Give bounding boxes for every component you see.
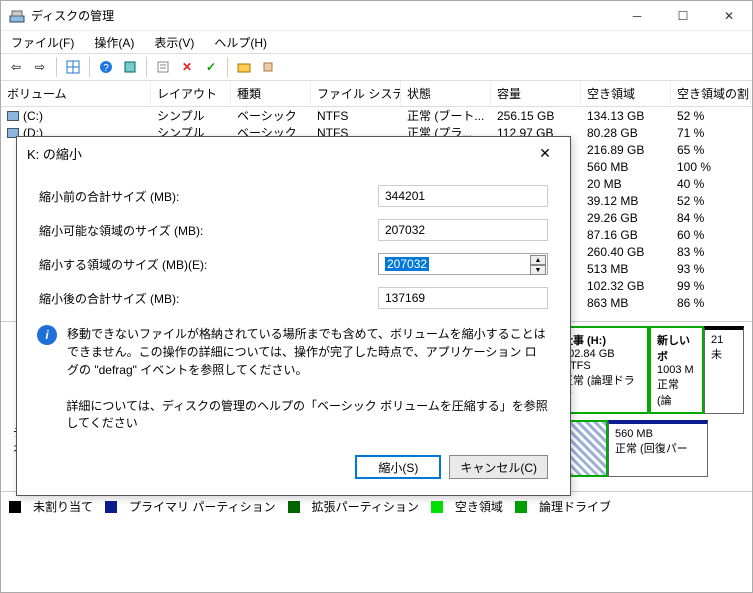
value-total-before: 344201	[378, 185, 548, 207]
volume-row[interactable]: (C:)シンプルベーシックNTFS正常 (ブート...256.15 GB134.…	[1, 107, 752, 124]
app-icon	[9, 8, 25, 24]
titlebar: ディスクの管理 ─ ☐ ✕	[1, 1, 752, 31]
label-available: 縮小可能な領域のサイズ (MB):	[39, 222, 378, 239]
menu-view[interactable]: 表示(V)	[150, 32, 198, 53]
cancel-button[interactable]: キャンセル(C)	[449, 455, 548, 479]
info-text-2: 詳細については、ディスクの管理のヘルプの「ベーシック ボリュームを圧縮する」を参…	[66, 397, 548, 431]
menu-help[interactable]: ヘルプ(H)	[210, 32, 271, 53]
legend-swatch	[9, 501, 21, 513]
forward-icon[interactable]: ⇨	[29, 56, 51, 78]
settings-icon[interactable]	[257, 56, 279, 78]
column-header[interactable]: 空き領域の割...	[671, 81, 751, 106]
window-title: ディスクの管理	[31, 7, 614, 24]
column-header[interactable]: ファイル システム	[311, 81, 401, 106]
value-total-after: 137169	[378, 287, 548, 309]
legend-label: 論理ドライブ	[539, 498, 611, 515]
label-shrink-amount: 縮小する領域のサイズ (MB)(E):	[39, 256, 378, 273]
legend-swatch	[105, 501, 117, 513]
info-icon: i	[37, 325, 57, 345]
partition[interactable]: 21未	[704, 326, 744, 414]
folder-icon[interactable]	[233, 56, 255, 78]
shrink-button[interactable]: 縮小(S)	[355, 455, 441, 479]
legend-label: プライマリ パーティション	[129, 498, 276, 515]
column-header[interactable]: レイアウト	[151, 81, 231, 106]
column-header[interactable]: 状態	[401, 81, 491, 106]
dialog-close-button[interactable]: ✕	[530, 138, 560, 168]
spinner-buttons[interactable]: ▲▼	[530, 255, 546, 275]
legend-label: 空き領域	[455, 498, 503, 515]
help-icon[interactable]: ?	[95, 56, 117, 78]
dialog-titlebar: K: の縮小 ✕	[17, 137, 570, 169]
legend-swatch	[431, 501, 443, 513]
partition[interactable]: 新しいボ1003 M正常 (論	[649, 326, 704, 414]
main-window: ディスクの管理 ─ ☐ ✕ ファイル(F) 操作(A) 表示(V) ヘルプ(H)…	[0, 0, 753, 593]
dialog-title: K: の縮小	[27, 144, 530, 163]
menu-action[interactable]: 操作(A)	[90, 32, 138, 53]
column-header[interactable]: 種類	[231, 81, 311, 106]
svg-text:?: ?	[103, 63, 109, 74]
info-text-1: 移動できないファイルが格納されている場所までも含めて、ボリュームを縮小することは…	[67, 325, 548, 379]
column-header[interactable]: ボリューム	[1, 81, 151, 106]
value-available: 207032	[378, 219, 548, 241]
column-header[interactable]: 容量	[491, 81, 581, 106]
shrink-dialog: K: の縮小 ✕ 縮小前の合計サイズ (MB): 344201 縮小可能な領域の…	[16, 136, 571, 496]
menubar: ファイル(F) 操作(A) 表示(V) ヘルプ(H)	[1, 31, 752, 53]
close-button[interactable]: ✕	[706, 1, 752, 31]
check-icon[interactable]: ✓	[200, 56, 222, 78]
label-total-after: 縮小後の合計サイズ (MB):	[39, 290, 378, 307]
column-header[interactable]: 空き領域	[581, 81, 671, 106]
delete-icon[interactable]: ✕	[176, 56, 198, 78]
menu-file[interactable]: ファイル(F)	[7, 32, 78, 53]
grid-icon[interactable]	[62, 56, 84, 78]
legend-swatch	[515, 501, 527, 513]
legend-label: 拡張パーティション	[312, 498, 419, 515]
list-header: ボリュームレイアウト種類ファイル システム状態容量空き領域空き領域の割...	[1, 81, 752, 107]
refresh-icon[interactable]	[119, 56, 141, 78]
properties-icon[interactable]	[152, 56, 174, 78]
toolbar: ⇦ ⇨ ? ✕ ✓	[1, 53, 752, 81]
shrink-amount-input[interactable]: 207032 ▲▼	[378, 253, 548, 275]
legend-label: 未割り当て	[33, 498, 93, 515]
minimize-button[interactable]: ─	[614, 1, 660, 31]
partition[interactable]: 560 MB正常 (回復パー	[608, 420, 708, 477]
maximize-button[interactable]: ☐	[660, 1, 706, 31]
back-icon[interactable]: ⇦	[5, 56, 27, 78]
legend-swatch	[288, 501, 300, 513]
label-total-before: 縮小前の合計サイズ (MB):	[39, 188, 378, 205]
